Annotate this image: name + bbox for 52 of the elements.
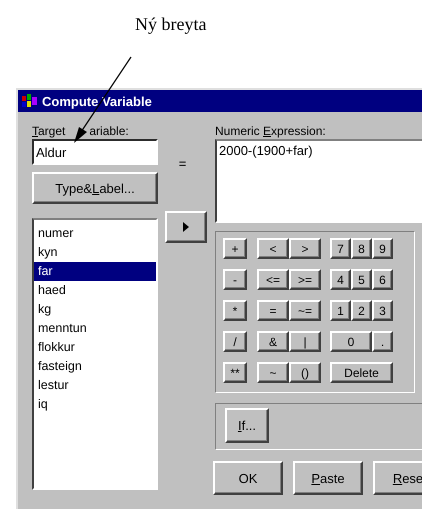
keypad-key[interactable]: 0	[330, 331, 372, 352]
expression-field[interactable]: 2000-(1900+far)	[215, 139, 422, 223]
keypad-key[interactable]: 3	[372, 300, 393, 321]
keypad-key[interactable]: Delete	[330, 362, 393, 383]
window-title: Compute Variable	[42, 94, 152, 108]
variable-item[interactable]: lestur	[34, 376, 156, 395]
app-icon	[22, 94, 38, 108]
keypad-key[interactable]: <=	[257, 269, 289, 290]
keypad-key[interactable]: ()	[289, 362, 321, 383]
if-button[interactable]: If...	[225, 408, 269, 443]
keypad-key[interactable]: 1	[330, 300, 351, 321]
keypad-key[interactable]: +	[223, 238, 247, 259]
variable-item[interactable]: kg	[34, 300, 156, 319]
numeric-expression-label: Numeric Expression:	[215, 124, 327, 139]
move-button[interactable]	[164, 211, 206, 243]
keypad-key[interactable]: &	[257, 331, 289, 352]
keypad-key[interactable]: 2	[351, 300, 372, 321]
keypad-key[interactable]: ~=	[289, 300, 321, 321]
variable-item[interactable]: kyn	[34, 243, 156, 262]
variable-item[interactable]: haed	[34, 281, 156, 300]
equals-sign: =	[178, 156, 186, 171]
keypad-key[interactable]: 4	[330, 269, 351, 290]
type-label-button[interactable]: Type&Label...	[32, 172, 158, 204]
keypad-key[interactable]: 9	[372, 238, 393, 259]
variable-item[interactable]: menntun	[34, 319, 156, 338]
keypad-key[interactable]: -	[223, 269, 247, 290]
keypad-key[interactable]: /	[223, 331, 247, 352]
keypad-key[interactable]: .	[372, 331, 393, 352]
dialog-button[interactable]: Paste	[293, 461, 363, 495]
keypad-key[interactable]: 5	[351, 269, 372, 290]
keypad-key[interactable]: 8	[351, 238, 372, 259]
target-variable-field[interactable]: Aldur	[32, 139, 158, 165]
keypad-key[interactable]: =	[257, 300, 289, 321]
keypad-key[interactable]: >=	[289, 269, 321, 290]
variable-item[interactable]: fasteign	[34, 357, 156, 376]
variable-item[interactable]: flokkur	[34, 338, 156, 357]
target-variable-label: Target	[32, 124, 66, 139]
keypad-key[interactable]: <	[257, 238, 289, 259]
annotation-text: Ný breyta	[135, 14, 206, 35]
keypad-key[interactable]: ~	[257, 362, 289, 383]
target-variable-label-end: ariable:	[89, 124, 129, 139]
keypad-key[interactable]: *	[223, 300, 247, 321]
keypad-key[interactable]: 6	[372, 269, 393, 290]
keypad-key[interactable]: 7	[330, 238, 351, 259]
keypad-key[interactable]: **	[223, 362, 247, 383]
keypad-key[interactable]: |	[289, 331, 321, 352]
variable-item[interactable]: numer	[34, 224, 156, 243]
right-triangle-icon	[182, 222, 188, 232]
keypad-key[interactable]: >	[289, 238, 321, 259]
dialog-button[interactable]: OK	[213, 461, 283, 495]
variable-item[interactable]: far	[34, 262, 156, 281]
variable-item[interactable]: iq	[34, 395, 156, 414]
